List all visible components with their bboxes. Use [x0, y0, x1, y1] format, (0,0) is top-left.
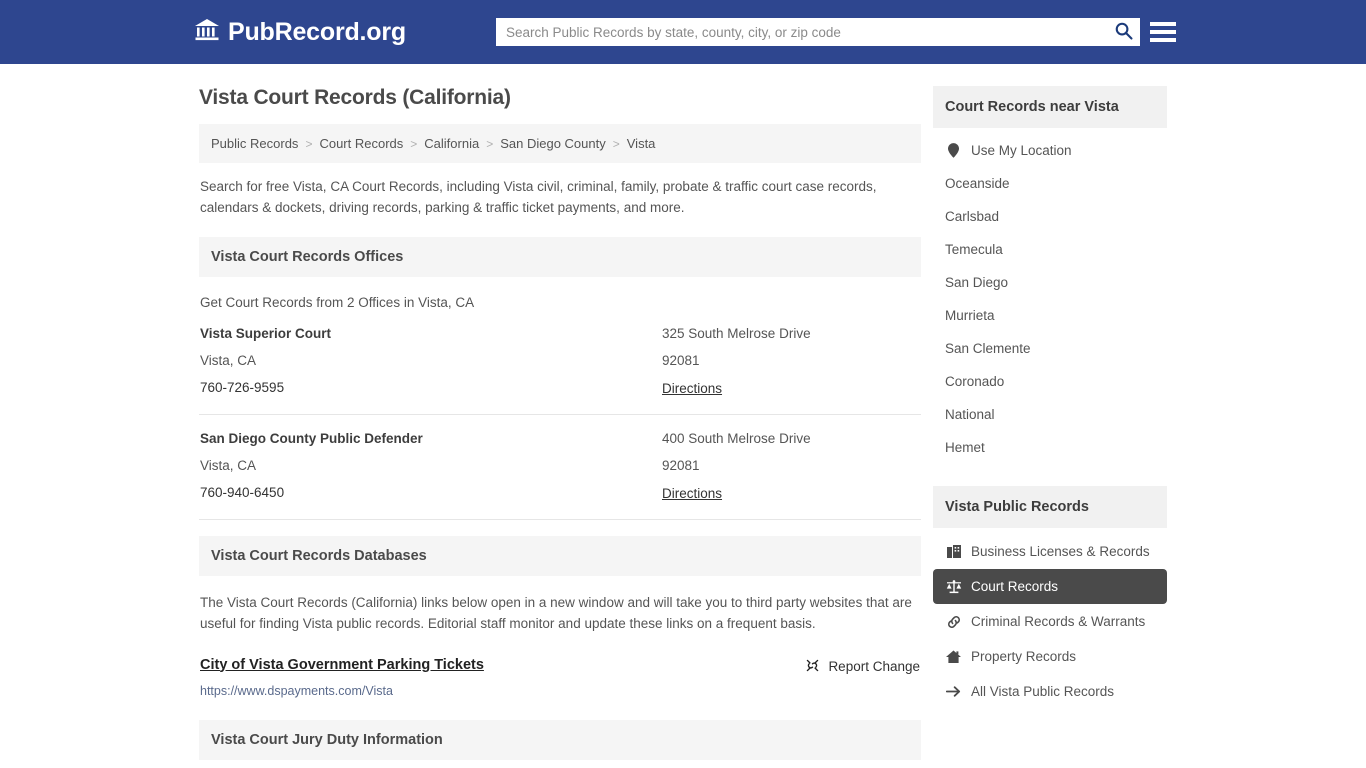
site-logo[interactable]: PubRecord.org — [194, 18, 406, 47]
sidebar-item-all-public-records[interactable]: All Vista Public Records — [933, 674, 1167, 709]
page-title: Vista Court Records (California) — [199, 86, 921, 110]
building-icon — [945, 545, 962, 559]
office-zip: 92081 — [662, 458, 920, 473]
office-details-left: Vista Superior Court Vista, CA 760-726-9… — [200, 326, 662, 398]
search-bar — [496, 18, 1140, 46]
section-header-jury-duty: Vista Court Jury Duty Information — [199, 720, 921, 760]
sidebar-item-label: San Diego — [945, 275, 1008, 290]
breadcrumb-item-california[interactable]: California — [424, 136, 479, 151]
directions-link[interactable]: Directions — [662, 381, 722, 396]
breadcrumb-item-vista: Vista — [627, 136, 656, 151]
sidebar-item-label: Business Licenses & Records — [971, 544, 1150, 559]
sidebar-item-national[interactable]: National — [933, 398, 1167, 431]
sidebar-item-label: Use My Location — [971, 143, 1072, 158]
sidebar-item-label: Carlsbad — [945, 209, 999, 224]
sidebar-public-records-list: Business Licenses & Records Court Record… — [933, 528, 1167, 713]
office-listing: San Diego County Public Defender Vista, … — [199, 431, 921, 520]
breadcrumb: Public Records > Court Records > Califor… — [199, 124, 921, 163]
sidebar: Court Records near Vista Use My Location… — [933, 86, 1167, 768]
search-input[interactable] — [496, 18, 1106, 46]
office-details-left: San Diego County Public Defender Vista, … — [200, 431, 662, 503]
bank-building-icon — [194, 18, 220, 47]
scales-of-justice-icon — [945, 580, 962, 594]
report-change-button[interactable]: Report Change — [805, 657, 920, 676]
database-link-url[interactable]: https://www.dspayments.com/Vista — [199, 676, 921, 698]
sidebar-header-public-records: Vista Public Records — [933, 486, 1167, 528]
map-pin-icon — [945, 143, 962, 158]
sidebar-item-label: Property Records — [971, 649, 1076, 664]
sidebar-item-label: Temecula — [945, 242, 1003, 257]
databases-description: The Vista Court Records (California) lin… — [199, 576, 921, 649]
office-city-state: Vista, CA — [200, 353, 662, 368]
page-intro-text: Search for free Vista, CA Court Records,… — [199, 177, 921, 219]
sidebar-item-label: San Clemente — [945, 341, 1031, 356]
sidebar-item-property-records[interactable]: Property Records — [933, 639, 1167, 674]
page-body: Vista Court Records (California) Public … — [0, 64, 1366, 768]
office-listing: Vista Superior Court Vista, CA 760-726-9… — [199, 326, 921, 415]
breadcrumb-item-san-diego-county[interactable]: San Diego County — [500, 136, 606, 151]
section-header-databases: Vista Court Records Databases — [199, 536, 921, 576]
office-zip: 92081 — [662, 353, 920, 368]
main-content: Vista Court Records (California) Public … — [199, 86, 921, 768]
hamburger-bar — [1150, 22, 1176, 26]
breadcrumb-item-court-records[interactable]: Court Records — [319, 136, 403, 151]
site-header: PubRecord.org — [0, 0, 1366, 64]
office-name: Vista Superior Court — [200, 326, 662, 341]
hamburger-bar — [1150, 38, 1176, 42]
chain-link-icon — [945, 615, 962, 629]
breadcrumb-separator-icon: > — [410, 137, 417, 151]
jury-duty-subheading: Vista Jury Duty Requirements — [199, 760, 921, 768]
sidebar-item-hemet[interactable]: Hemet — [933, 431, 1167, 464]
sidebar-item-label: Hemet — [945, 440, 985, 455]
database-entry: City of Vista Government Parking Tickets… — [199, 649, 921, 676]
breadcrumb-separator-icon: > — [486, 137, 493, 151]
report-change-label: Report Change — [828, 659, 920, 674]
spacer — [199, 698, 921, 720]
sidebar-item-label: Murrieta — [945, 308, 995, 323]
office-phone: 760-726-9595 — [200, 380, 662, 395]
sidebar-item-label: Oceanside — [945, 176, 1010, 191]
sidebar-item-label: National — [945, 407, 995, 422]
spacer — [933, 468, 1167, 486]
sidebar-item-court-records[interactable]: Court Records — [933, 569, 1167, 604]
sidebar-item-label: Coronado — [945, 374, 1004, 389]
sidebar-item-carlsbad[interactable]: Carlsbad — [933, 200, 1167, 233]
sidebar-item-business-licenses[interactable]: Business Licenses & Records — [933, 534, 1167, 569]
breadcrumb-item-public-records[interactable]: Public Records — [211, 136, 298, 151]
breadcrumb-separator-icon: > — [305, 137, 312, 151]
search-icon — [1114, 21, 1133, 43]
sidebar-item-oceanside[interactable]: Oceanside — [933, 167, 1167, 200]
sidebar-item-label: All Vista Public Records — [971, 684, 1114, 699]
sidebar-item-criminal-records[interactable]: Criminal Records & Warrants — [933, 604, 1167, 639]
office-address: 400 South Melrose Drive — [662, 431, 920, 446]
offices-count-note: Get Court Records from 2 Offices in Vist… — [199, 277, 921, 326]
office-details-right: 325 South Melrose Drive 92081 Directions — [662, 326, 920, 398]
section-header-offices: Vista Court Records Offices — [199, 237, 921, 277]
database-link-title[interactable]: City of Vista Government Parking Tickets — [200, 657, 484, 673]
sidebar-item-temecula[interactable]: Temecula — [933, 233, 1167, 266]
sidebar-header-nearby: Court Records near Vista — [933, 86, 1167, 128]
sidebar-item-murrieta[interactable]: Murrieta — [933, 299, 1167, 332]
office-address: 325 South Melrose Drive — [662, 326, 920, 341]
sidebar-item-san-clemente[interactable]: San Clemente — [933, 332, 1167, 365]
breadcrumb-separator-icon: > — [613, 137, 620, 151]
arrow-right-icon — [945, 685, 962, 698]
sidebar-item-use-my-location[interactable]: Use My Location — [933, 134, 1167, 167]
office-city-state: Vista, CA — [200, 458, 662, 473]
sidebar-item-san-diego[interactable]: San Diego — [933, 266, 1167, 299]
office-details-right: 400 South Melrose Drive 92081 Directions — [662, 431, 920, 503]
broken-link-icon — [805, 658, 820, 676]
hamburger-menu-icon[interactable] — [1150, 18, 1176, 46]
office-name: San Diego County Public Defender — [200, 431, 662, 446]
sidebar-item-label: Criminal Records & Warrants — [971, 614, 1145, 629]
office-phone: 760-940-6450 — [200, 485, 662, 500]
sidebar-nearby-list: Use My Location Oceanside Carlsbad Temec… — [933, 128, 1167, 468]
directions-link[interactable]: Directions — [662, 486, 722, 501]
sidebar-item-coronado[interactable]: Coronado — [933, 365, 1167, 398]
search-button[interactable] — [1106, 18, 1140, 46]
hamburger-bar — [1150, 30, 1176, 34]
site-logo-text: PubRecord.org — [228, 20, 406, 45]
sidebar-item-label: Court Records — [971, 579, 1058, 594]
house-icon — [945, 650, 962, 664]
